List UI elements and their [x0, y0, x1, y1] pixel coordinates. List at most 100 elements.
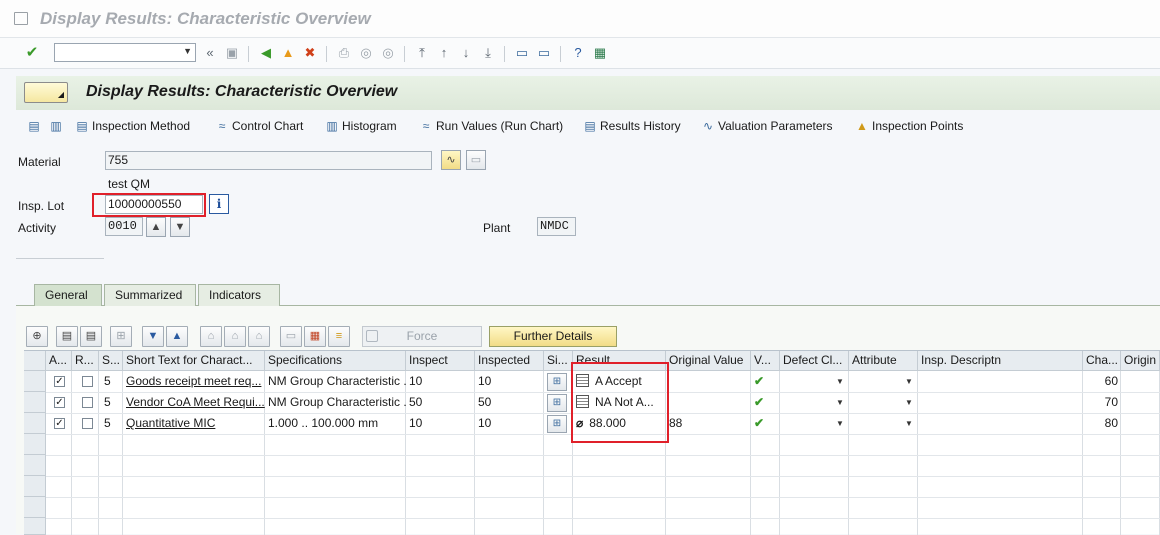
help-icon[interactable]: ?: [570, 45, 586, 61]
material-field[interactable]: 755: [105, 151, 432, 170]
sort-ascending-icon[interactable]: ▲: [166, 326, 188, 347]
enter-icon[interactable]: ✔: [24, 45, 40, 61]
calculator-icon[interactable]: ▦: [304, 326, 326, 347]
add-icon[interactable]: ⊞: [110, 326, 132, 347]
row-checkbox-r[interactable]: [82, 397, 93, 408]
column-header[interactable]: Original Value: [666, 351, 751, 371]
sort-descending-icon[interactable]: ▼: [142, 326, 164, 347]
next-page-icon[interactable]: ↓: [458, 45, 474, 61]
collapse-icon[interactable]: «: [202, 45, 218, 61]
valuation-parameters-button[interactable]: ∿ Valuation Parameters: [700, 117, 833, 135]
select-all-icon[interactable]: ▤: [56, 326, 78, 347]
short-text-link[interactable]: Vendor CoA Meet Requi...: [123, 392, 265, 413]
command-field[interactable]: ▼: [54, 43, 196, 62]
find-next-icon[interactable]: ◎: [380, 45, 396, 61]
chevron-down-icon[interactable]: ▼: [905, 419, 913, 428]
zoom-icon[interactable]: ⊕: [26, 326, 48, 347]
column-header[interactable]: Attribute: [849, 351, 918, 371]
info-icon[interactable]: i: [209, 194, 229, 214]
tab-summarized[interactable]: Summarized: [104, 284, 196, 306]
tab-general[interactable]: General: [34, 284, 102, 306]
chevron-down-icon[interactable]: ▼: [183, 46, 192, 56]
short-text-link[interactable]: Quantitative MIC: [123, 413, 265, 434]
copy-icon[interactable]: ▭: [466, 150, 486, 170]
column-header[interactable]: Specifications: [265, 351, 406, 371]
cancel-icon[interactable]: ✖: [302, 45, 318, 61]
print-icon[interactable]: ⎙: [336, 45, 352, 61]
histogram-button[interactable]: ▥ Histogram: [324, 117, 396, 135]
previous-page-icon[interactable]: ↑: [436, 45, 452, 61]
last-page-icon[interactable]: ⤓: [480, 45, 496, 61]
run-chart-button[interactable]: ≈ Run Values (Run Chart): [418, 117, 563, 135]
save-icon[interactable]: ▣: [224, 45, 240, 61]
notes-icon[interactable]: ≡: [328, 326, 350, 347]
column-header[interactable]: R...: [72, 351, 99, 371]
previous-activity-icon[interactable]: ▲: [146, 217, 166, 237]
customize-layout-icon[interactable]: ▦: [592, 45, 608, 61]
tab-indicators[interactable]: Indicators: [198, 284, 280, 306]
column-header[interactable]: Si...: [544, 351, 573, 371]
layout-icon[interactable]: ▥: [48, 117, 66, 135]
display-icon[interactable]: ▤: [26, 117, 44, 135]
row-selector[interactable]: [24, 392, 46, 413]
find-icon[interactable]: ◎: [358, 45, 374, 61]
menu-button[interactable]: ◢: [24, 82, 68, 103]
exit-icon[interactable]: ▲: [280, 45, 296, 61]
activity-field[interactable]: 0010: [105, 217, 143, 236]
column-header[interactable]: Short Text for Charact...: [123, 351, 265, 371]
deselect-all-icon[interactable]: ▤: [80, 326, 102, 347]
control-chart-button[interactable]: ≈ Control Chart: [214, 117, 304, 135]
result-cell[interactable]: A Accept: [573, 371, 666, 392]
chevron-down-icon[interactable]: ▼: [836, 377, 844, 386]
column-header[interactable]: Inspect: [406, 351, 475, 371]
row-selector[interactable]: [24, 476, 46, 497]
row-checkbox-a[interactable]: ✓: [54, 397, 65, 408]
inspection-method-button[interactable]: ▤ Inspection Method: [74, 117, 190, 135]
row-selector[interactable]: [24, 518, 46, 535]
inspection-points-button[interactable]: ▲ Inspection Points: [854, 117, 963, 135]
chevron-down-icon[interactable]: ▼: [905, 377, 913, 386]
row-selector[interactable]: [24, 371, 46, 392]
single-results-icon[interactable]: ⊞: [547, 415, 567, 433]
column-header[interactable]: Cha...: [1083, 351, 1121, 371]
back-icon[interactable]: ◀: [258, 45, 274, 61]
column-header[interactable]: Result: [573, 351, 666, 371]
display-material-icon[interactable]: ∿: [441, 150, 461, 170]
unlock-icon[interactable]: ⌂: [200, 326, 222, 347]
select-all-header[interactable]: [24, 351, 46, 371]
insp-lot-field[interactable]: 10000000550: [105, 195, 203, 214]
row-selector[interactable]: [24, 434, 46, 455]
window-menu-icon[interactable]: [14, 12, 28, 25]
row-checkbox-a[interactable]: ✓: [54, 418, 65, 429]
row-selector[interactable]: [24, 413, 46, 434]
column-header[interactable]: Defect Cl...: [780, 351, 849, 371]
row-selector[interactable]: [24, 497, 46, 518]
single-results-icon[interactable]: ⊞: [547, 373, 567, 391]
row-checkbox-a[interactable]: ✓: [54, 376, 65, 387]
result-cell[interactable]: ⌀ 88.000: [573, 413, 666, 434]
column-header[interactable]: A...: [46, 351, 72, 371]
further-details-button[interactable]: Further Details: [489, 326, 617, 347]
results-history-button[interactable]: ▤ Results History: [582, 117, 680, 135]
chevron-down-icon[interactable]: ▼: [836, 398, 844, 407]
new-session-icon[interactable]: ▭: [514, 45, 530, 61]
row-checkbox-r[interactable]: [82, 376, 93, 387]
next-activity-icon[interactable]: ▼: [170, 217, 190, 237]
clipboard-icon[interactable]: ▭: [280, 326, 302, 347]
column-header[interactable]: Origin I: [1121, 351, 1160, 371]
shortcut-icon[interactable]: ▭: [536, 45, 552, 61]
column-header[interactable]: V...: [751, 351, 780, 371]
short-text-link[interactable]: Goods receipt meet req...: [123, 371, 265, 392]
chevron-down-icon[interactable]: ▼: [836, 419, 844, 428]
result-cell[interactable]: NA Not A...: [573, 392, 666, 413]
single-results-icon[interactable]: ⊞: [547, 394, 567, 412]
row-checkbox-r[interactable]: [82, 418, 93, 429]
lock-icon[interactable]: ⌂: [224, 326, 246, 347]
chevron-down-icon[interactable]: ▼: [905, 398, 913, 407]
column-header[interactable]: Inspected: [475, 351, 544, 371]
first-page-icon[interactable]: ⤒: [414, 45, 430, 61]
force-button[interactable]: Force: [362, 326, 482, 347]
lock-open-icon[interactable]: ⌂: [248, 326, 270, 347]
column-header[interactable]: S...: [99, 351, 123, 371]
row-selector[interactable]: [24, 455, 46, 476]
